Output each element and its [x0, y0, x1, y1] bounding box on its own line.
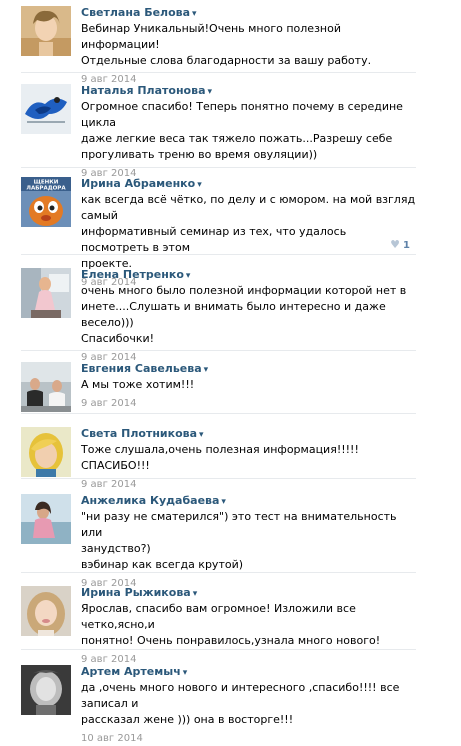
comment-item: Анжелика Кудабаева ▾ "ни разу не сматерил… — [21, 494, 416, 589]
comment-author-link[interactable]: Евгения Савельева — [81, 362, 202, 376]
comment-body: Наталья Платонова ▾ Огромное спасибо! Теп… — [81, 84, 416, 181]
comment-text: очень много было полезной информации кот… — [81, 284, 407, 345]
comment-body: Света Плотникова ▾ Тоже слушала,очень пол… — [81, 427, 416, 492]
comment-text: Ярослав, спасибо вам огромное! Изложили … — [81, 602, 381, 647]
avatar[interactable] — [21, 6, 71, 56]
comment-author-link[interactable]: Ирина Рыжикова — [81, 586, 191, 600]
comment-author-link[interactable]: Ирина Абраменко — [81, 177, 195, 191]
comment-body: Светлана Белова ▾ Вебинар Уникальный!Очен… — [81, 6, 416, 87]
comment-item: Светлана Белова ▾ Вебинар Уникальный!Очен… — [21, 6, 416, 85]
heart-icon: ♥ — [390, 238, 401, 251]
comment-author-link[interactable]: Анжелика Кудабаева — [81, 494, 219, 508]
avatar[interactable]: ЩЕНКИ ЛАБРАДОРА — [21, 177, 71, 227]
avatar-image — [21, 6, 71, 56]
comment-text: "ни разу не сматерился") это тест на вни… — [81, 510, 397, 571]
comment-text: да ,очень много нового и интересного ,сп… — [81, 681, 400, 726]
like-count: 1 — [403, 240, 410, 251]
comment-item: Евгения Савельева ▾ А мы тоже хотим!!! 9 … — [21, 362, 416, 414]
chevron-down-icon[interactable]: ▾ — [204, 363, 209, 377]
chevron-down-icon[interactable]: ▾ — [221, 495, 226, 509]
comment-item: Света Плотникова ▾ Тоже слушала,очень пол… — [21, 427, 416, 490]
chevron-down-icon[interactable]: ▾ — [192, 7, 197, 21]
comment-item: ЩЕНКИ ЛАБРАДОРА Ирина Абраменко ▾ как все… — [21, 177, 416, 288]
comment-item: Елена Петренко ▾ очень много было полезно… — [21, 268, 416, 363]
chevron-down-icon[interactable]: ▾ — [183, 666, 188, 680]
avatar-image — [21, 665, 71, 715]
comment-text: Тоже слушала,очень полезная информация!!… — [81, 443, 359, 472]
avatar[interactable] — [21, 362, 71, 412]
comment-text: А мы тоже хотим!!! — [81, 378, 195, 391]
comment-item: Ирина Рыжикова ▾ Ярослав, спасибо вам огр… — [21, 586, 416, 665]
comment-item: Наталья Платонова ▾ Огромное спасибо! Теп… — [21, 84, 416, 179]
avatar-image — [21, 362, 71, 412]
comment-text: Вебинар Уникальный!Очень много полезной … — [81, 22, 372, 67]
comment-body: Елена Петренко ▾ очень много было полезно… — [81, 268, 416, 365]
like-button[interactable]: ♥ 1 — [390, 238, 410, 251]
comment-author-link[interactable]: Наталья Платонова — [81, 84, 206, 98]
avatar[interactable] — [21, 665, 71, 715]
comment-body: Анжелика Кудабаева ▾ "ни разу не сматерил… — [81, 494, 416, 591]
comment-body: Евгения Савельева ▾ А мы тоже хотим!!! 9 … — [81, 362, 416, 411]
comment-date[interactable]: 9 авг 2014 — [81, 478, 416, 492]
avatar-image — [21, 84, 71, 134]
avatar-image — [21, 268, 71, 318]
avatar-image — [21, 586, 71, 636]
comment-text: Огромное спасибо! Теперь понятно почему … — [81, 100, 403, 161]
avatar-image — [21, 494, 71, 544]
avatar[interactable] — [21, 268, 71, 318]
comment-author-link[interactable]: Артем Артемыч — [81, 665, 181, 679]
chevron-down-icon[interactable]: ▾ — [186, 269, 191, 283]
chevron-down-icon[interactable]: ▾ — [197, 178, 202, 192]
comment-item: Артем Артемыч ▾ да ,очень много нового и … — [21, 665, 416, 744]
avatar[interactable] — [21, 494, 71, 544]
avatar[interactable] — [21, 427, 71, 477]
comment-author-link[interactable]: Света Плотникова — [81, 427, 197, 441]
chevron-down-icon[interactable]: ▾ — [199, 428, 204, 442]
comment-author-link[interactable]: Елена Петренко — [81, 268, 184, 282]
avatar[interactable] — [21, 586, 71, 636]
comment-body: Артем Артемыч ▾ да ,очень много нового и … — [81, 665, 416, 746]
chevron-down-icon[interactable]: ▾ — [193, 587, 198, 601]
comment-text: как всегда всё чётко, по делу и с юмором… — [81, 193, 416, 270]
avatar-image: ЩЕНКИ ЛАБРАДОРА — [21, 177, 71, 227]
comment-body: Ирина Рыжикова ▾ Ярослав, спасибо вам огр… — [81, 586, 416, 667]
comment-date[interactable]: 10 авг 2014 — [81, 732, 416, 746]
avatar[interactable] — [21, 84, 71, 134]
comment-author-link[interactable]: Светлана Белова — [81, 6, 190, 20]
avatar-caption: ЛАБРАДОРА — [26, 186, 66, 192]
avatar-image — [21, 427, 71, 477]
chevron-down-icon[interactable]: ▾ — [208, 85, 213, 99]
comment-date[interactable]: 9 авг 2014 — [81, 397, 416, 411]
